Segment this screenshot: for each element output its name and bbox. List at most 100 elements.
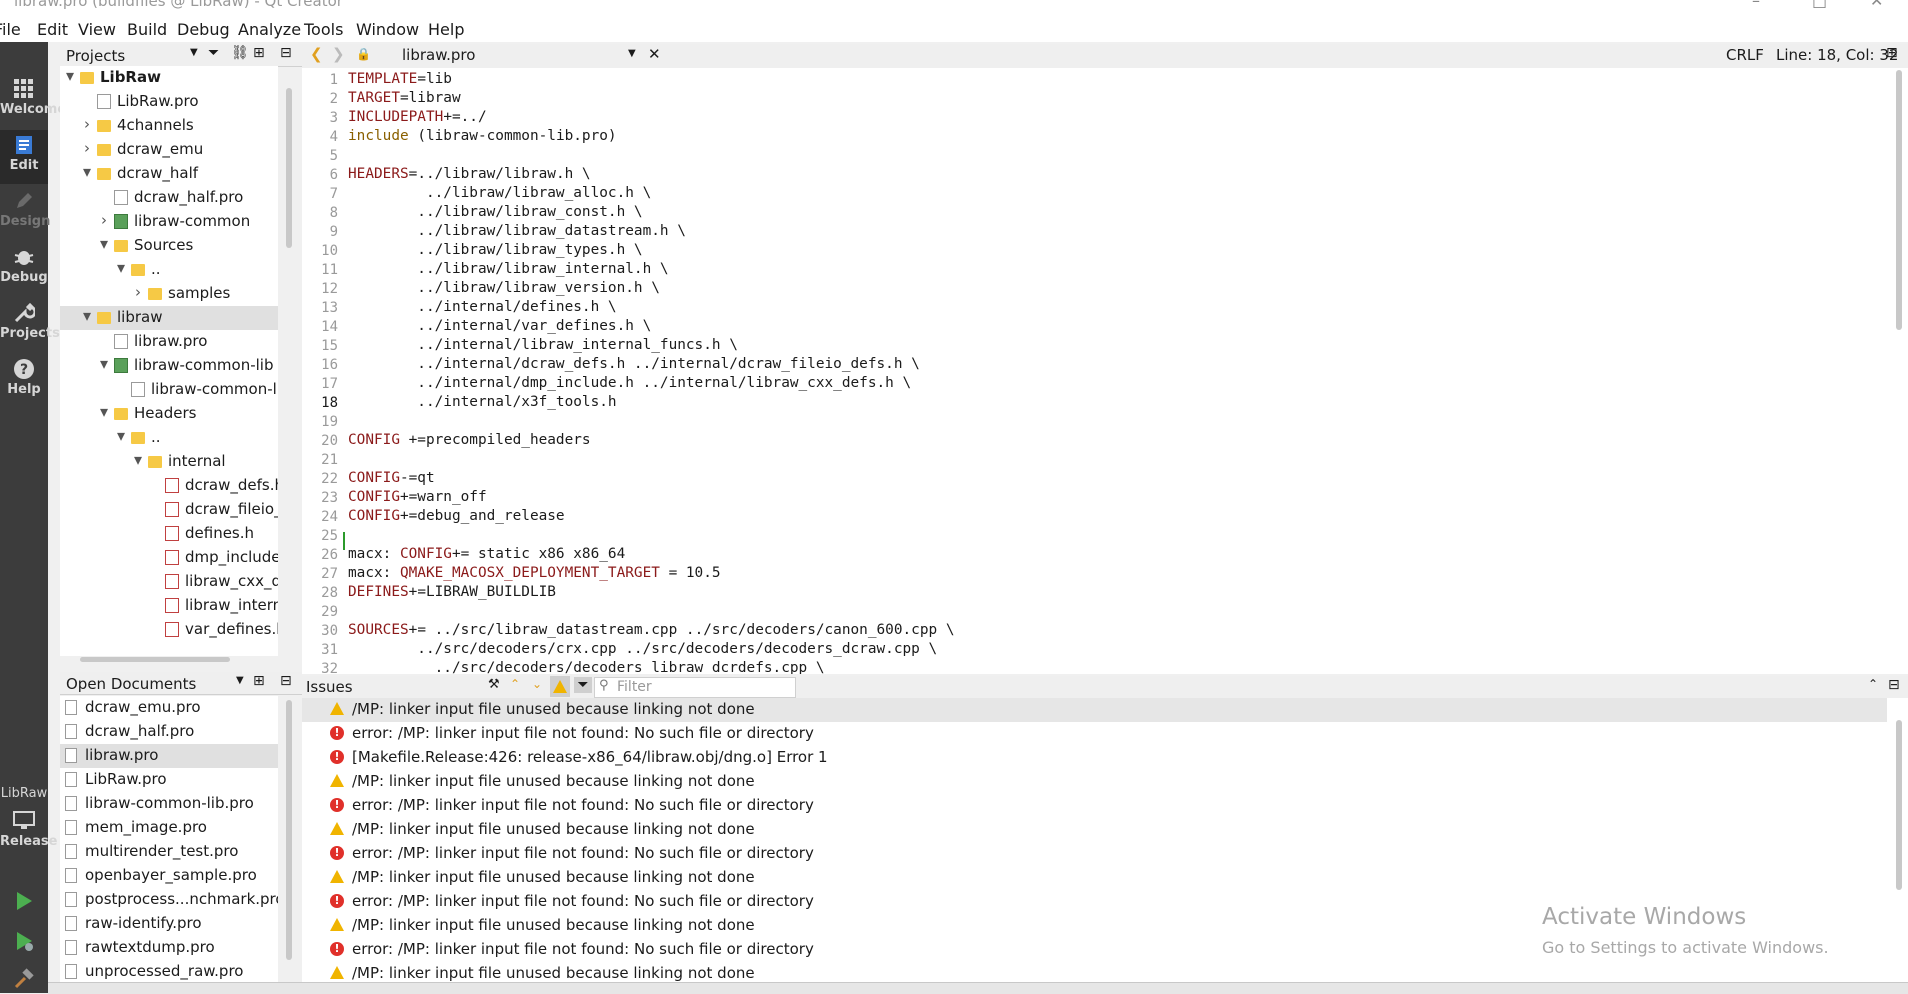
chevron-down-icon[interactable]: ▾	[132, 450, 144, 469]
code-line[interactable]: SOURCES+= ../src/libraw_datastream.cpp .…	[348, 622, 954, 638]
code-line[interactable]: ../internal/libraw_internal_funcs.h \	[348, 337, 738, 353]
tree-item[interactable]: ▾ dcraw_half	[60, 162, 278, 186]
code-line[interactable]: ../src/decoders/decoders_libraw_dcrdefs.…	[348, 660, 825, 674]
chevron-down-icon[interactable]: ▼	[236, 675, 244, 686]
tree-item[interactable]: ▾ libraw-common-lib	[60, 354, 278, 378]
open-document-item[interactable]: libraw-common-lib.pro	[60, 792, 278, 816]
maximize-button[interactable]: □	[1812, 0, 1827, 10]
code-line[interactable]: ../internal/dmp_include.h ../internal/li…	[348, 375, 911, 391]
tree-item[interactable]: libraw.pro	[60, 330, 278, 354]
tree-item[interactable]: defines.h	[60, 522, 278, 546]
line-ending-label[interactable]: CRLF	[1726, 46, 1764, 64]
warnings-toggle[interactable]	[550, 676, 570, 697]
code-line[interactable]: ../libraw/libraw_types.h \	[348, 242, 642, 258]
code-line[interactable]: ../src/decoders/crx.cpp ../src/decoders/…	[348, 641, 937, 657]
issue-row[interactable]: /MP: linker input file unused because li…	[302, 818, 1887, 842]
open-document-item[interactable]: rawtextdump.pro	[60, 936, 278, 960]
tree-item[interactable]: libraw-common-lib	[60, 378, 278, 402]
chevron-down-icon[interactable]: ▾	[98, 402, 110, 421]
issue-row[interactable]: ! [Makefile.Release:426: release-x86_64/l…	[302, 746, 1887, 770]
menu-debug[interactable]: Debug	[177, 20, 230, 39]
chevron-right-icon[interactable]: ›	[132, 283, 144, 301]
tree-item[interactable]: ▾ Headers	[60, 402, 278, 426]
build-button[interactable]	[0, 964, 48, 994]
tree-item[interactable]: › 4channels	[60, 114, 278, 138]
tree-item[interactable]: var_defines.h	[60, 618, 278, 642]
chevron-down-icon[interactable]: ▼	[190, 47, 198, 58]
tree-item[interactable]: dcraw_half.pro	[60, 186, 278, 210]
issue-row[interactable]: ! error: /MP: linker input file not found…	[302, 722, 1887, 746]
issue-row[interactable]: ! error: /MP: linker input file not found…	[302, 842, 1887, 866]
tree-item[interactable]: › samples	[60, 282, 278, 306]
filter-icon[interactable]: ⏷	[574, 677, 592, 693]
issue-row[interactable]: /MP: linker input file unused because li…	[302, 962, 1887, 982]
maximize-panel-icon[interactable]: ⌃	[1868, 677, 1878, 691]
editor-file-tab[interactable]: libraw.pro	[402, 46, 475, 64]
open-document-item[interactable]: openbayer_sample.pro	[60, 864, 278, 888]
projects-panel-title[interactable]: Projects	[66, 47, 125, 65]
open-document-item[interactable]: LibRaw.pro	[60, 768, 278, 792]
close-panel-icon[interactable]: ⊟	[280, 673, 292, 689]
editor-scrollbar[interactable]	[1896, 70, 1902, 330]
up-icon[interactable]: ⌃	[510, 677, 520, 691]
chevron-down-icon[interactable]: ▾	[81, 306, 93, 325]
issues-title[interactable]: Issues	[306, 678, 353, 696]
split-icon[interactable]: ⊞	[253, 45, 265, 61]
code-line[interactable]: macx: QMAKE_MACOSX_DEPLOYMENT_TARGET = 1…	[348, 565, 721, 581]
chevron-down-icon[interactable]: ▾	[98, 234, 110, 253]
code-editor[interactable]: 1 2 3 4 5 6 7 8 9 10 11 12 13 14 15 16 17 18 19 20 21 22 23 24 2…	[302, 68, 1908, 674]
code-line[interactable]: include (libraw-common-lib.pro)	[348, 128, 617, 144]
tree-item[interactable]: ▾ internal	[60, 450, 278, 474]
menu-file[interactable]: File	[0, 20, 21, 39]
debug-run-button[interactable]	[0, 926, 48, 958]
chevron-down-icon[interactable]: ▾	[98, 354, 110, 373]
code-line[interactable]: CONFIG +=precompiled_headers	[348, 432, 591, 448]
open-document-item[interactable]: dcraw_emu.pro	[60, 696, 278, 720]
minimize-button[interactable]: –	[1752, 0, 1760, 10]
issue-row[interactable]: /MP: linker input file unused because li…	[302, 770, 1887, 794]
split-icon[interactable]: ⊞	[253, 673, 265, 689]
menu-analyze[interactable]: Analyze	[238, 20, 301, 39]
issues-filter-field[interactable]: ⚲ Filter	[594, 677, 796, 698]
code-line[interactable]: ../libraw/libraw_internal.h \	[348, 261, 668, 277]
chevron-down-icon[interactable]: ▼	[628, 48, 636, 59]
close-panel-icon[interactable]: ⊟	[280, 45, 292, 61]
code-line[interactable]: ../internal/var_defines.h \	[348, 318, 651, 334]
link-icon[interactable]: ⛓	[231, 45, 249, 61]
chevron-down-icon[interactable]: ▾	[81, 162, 93, 181]
tree-item[interactable]: ▾..	[60, 426, 278, 450]
tree-item[interactable]: LibRaw.pro	[60, 90, 278, 114]
tree-item[interactable]: libraw_cxx_de	[60, 570, 278, 594]
open-document-item[interactable]: mem_image.pro	[60, 816, 278, 840]
chevron-down-icon[interactable]: ▾	[64, 66, 76, 85]
tree-item[interactable]: ▾ LibRaw	[60, 66, 278, 90]
opendocs-scrollbar[interactable]	[286, 700, 292, 960]
code-line[interactable]: TEMPLATE=lib	[348, 71, 452, 87]
menu-tools[interactable]: Tools	[304, 20, 343, 39]
chevron-down-icon[interactable]: ▾	[115, 426, 127, 445]
code-line[interactable]: ../internal/x3f_tools.h	[348, 394, 616, 410]
cursor-position[interactable]: Line: 18, Col: 32	[1776, 46, 1898, 64]
menu-help[interactable]: Help	[428, 20, 464, 39]
code-line[interactable]: ../internal/defines.h \	[348, 299, 616, 315]
open-document-item[interactable]: dcraw_half.pro	[60, 720, 278, 744]
tree-item[interactable]: dmp_include.h	[60, 546, 278, 570]
clear-icon[interactable]: ⚒	[488, 677, 500, 692]
code-line[interactable]: CONFIG+=warn_off	[348, 489, 487, 505]
down-icon[interactable]: ⌄	[532, 677, 542, 691]
split-icon[interactable]: ⊞	[1886, 45, 1898, 61]
issue-row[interactable]: /MP: linker input file unused because li…	[302, 698, 1887, 722]
code-line[interactable]: CONFIG+=debug_and_release	[348, 508, 565, 524]
open-documents-title[interactable]: Open Documents	[66, 675, 196, 693]
filter-icon[interactable]: ⏷	[208, 45, 219, 61]
open-document-item[interactable]: raw-identify.pro	[60, 912, 278, 936]
tree-scrollbar[interactable]	[286, 88, 292, 248]
tree-item[interactable]: ▾ Sources	[60, 234, 278, 258]
tree-item[interactable]: libraw_interna	[60, 594, 278, 618]
code-line[interactable]: TARGET=libraw	[348, 90, 461, 106]
code-line[interactable]: DEFINES+=LIBRAW_BUILDLIB	[348, 584, 556, 600]
tree-hscrollbar[interactable]	[80, 657, 230, 662]
tree-item[interactable]: › dcraw_emu	[60, 138, 278, 162]
tree-item[interactable]: dcraw_fileio_c	[60, 498, 278, 522]
open-document-item[interactable]: multirender_test.pro	[60, 840, 278, 864]
